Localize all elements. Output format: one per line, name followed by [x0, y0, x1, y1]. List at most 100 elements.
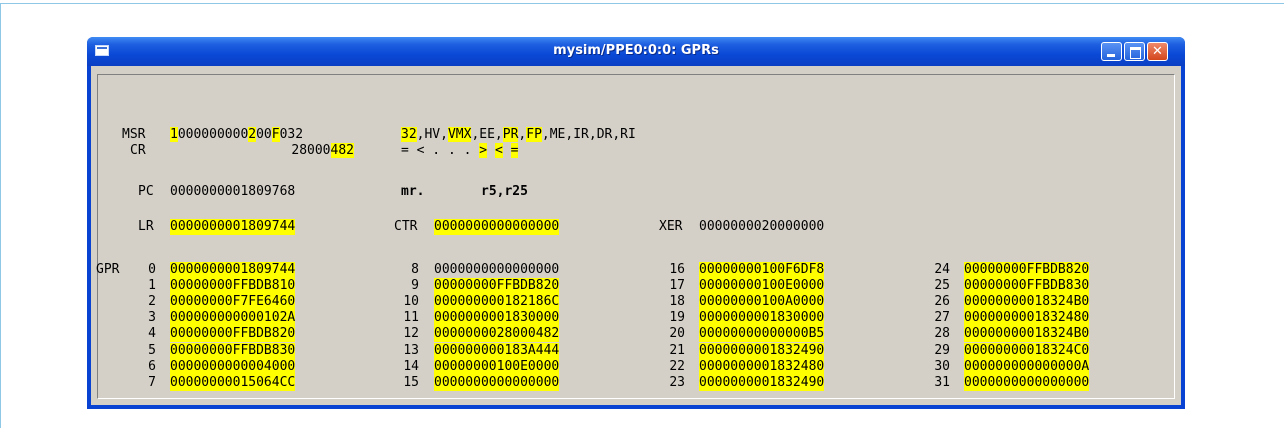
- gpr-number: 2: [148, 294, 156, 309]
- gpr-value: 0000000028000482: [434, 326, 560, 342]
- gpr-number: 23: [669, 375, 685, 390]
- gpr-value: 0000000001832480: [964, 310, 1090, 326]
- window-title: mysim/PPE0:0:0: GPRs: [553, 43, 719, 58]
- gpr-number: 10: [403, 294, 419, 309]
- text-segment: = < . . .: [401, 143, 480, 158]
- text-segment: FP: [526, 127, 542, 142]
- gpr-number: 26: [934, 294, 950, 309]
- gpr-number: 14: [403, 359, 419, 374]
- register-panel: MSR 1000000000200F032 32,HV,VMX,EE,PR,FP…: [96, 74, 1175, 399]
- page-border-left: [0, 3, 1, 428]
- gpr-value: 00000000FFBDB820: [434, 278, 560, 294]
- gpr-number: 20: [669, 326, 685, 341]
- gpr-number: 31: [934, 375, 950, 390]
- gpr-number: 15: [403, 375, 419, 390]
- gpr-value: 00000000FFBDB810: [170, 278, 296, 294]
- text-segment: 000000000: [177, 127, 249, 142]
- gpr-value: 00000000100F6DF8: [699, 262, 825, 278]
- close-icon: ✕: [1152, 44, 1163, 59]
- minimize-button[interactable]: [1101, 42, 1122, 61]
- gpr-number: 30: [934, 359, 950, 374]
- pc-mnemonic: mr.: [401, 184, 425, 199]
- gpr-number: 25: [934, 278, 950, 293]
- gpr-number: 24: [934, 262, 950, 277]
- gpr-value: 00000000018324B0: [964, 294, 1090, 310]
- text-segment: VMX: [447, 127, 472, 142]
- register-view: MSR 1000000000200F032 32,HV,VMX,EE,PR,FP…: [91, 66, 1181, 405]
- text-segment: 28000: [291, 143, 331, 158]
- gpr-value: 0000000001832490: [699, 375, 825, 391]
- gpr-value: 0000000000000000: [964, 375, 1090, 391]
- gpr-number: 11: [403, 310, 419, 325]
- xer-value: 0000000020000000: [699, 219, 825, 234]
- gpr-number: 1: [148, 278, 156, 293]
- gpr-number: 19: [669, 310, 685, 325]
- gpr-number: 27: [934, 310, 950, 325]
- gpr-value: 0000000001809744: [170, 262, 296, 278]
- text-segment: 1: [170, 127, 178, 142]
- text-segment: ,ME,IR,DR,RI: [541, 127, 636, 142]
- msr-label: MSR: [122, 127, 146, 142]
- text-segment: ,HV,: [416, 127, 448, 142]
- gpr-number: 0: [148, 262, 156, 277]
- gpr-value: 00000000FFBDB830: [964, 278, 1090, 294]
- text-segment: >: [479, 143, 488, 158]
- gpr-value: 00000000100E0000: [699, 278, 825, 294]
- ctr-value: 0000000000000000: [434, 219, 560, 235]
- gpr-number: 7: [148, 375, 156, 390]
- gpr-value: 00000000FFBDB830: [170, 343, 296, 359]
- gpr-number: 12: [403, 326, 419, 341]
- maximize-button[interactable]: [1124, 42, 1145, 61]
- gpr-value: 0000000000004000: [170, 359, 296, 375]
- cr-compare: = < . . . > < =: [401, 143, 519, 159]
- gpr-value: 0000000001832490: [699, 343, 825, 359]
- gpr-number: 29: [934, 343, 950, 358]
- ctr-label: CTR: [394, 219, 418, 234]
- gpr-number: 16: [669, 262, 685, 277]
- pc-value: 0000000001809768: [170, 184, 296, 199]
- gpr-value: 00000000100E0000: [434, 359, 560, 375]
- maximize-icon: [1130, 47, 1141, 59]
- text-segment: 00: [256, 127, 272, 142]
- gpr-number: 28: [934, 326, 950, 341]
- msr-flags: 32,HV,VMX,EE,PR,FP,ME,IR,DR,RI: [401, 127, 636, 143]
- gpr-value: 00000000100A0000: [699, 294, 825, 310]
- gpr-value: 00000000F7FE6460: [170, 294, 296, 310]
- gpr-number: 3: [148, 310, 156, 325]
- text-segment: [487, 143, 495, 158]
- text-segment: =: [510, 143, 519, 158]
- page-border-top: [0, 3, 1284, 4]
- gpr-value: 000000000000102A: [170, 310, 296, 326]
- text-segment: 482: [330, 143, 354, 158]
- gpr-value: 0000000001832480: [699, 359, 825, 375]
- gpr-number: 9: [411, 278, 419, 293]
- gpr-value: 000000000183A444: [434, 343, 560, 359]
- gpr-value: 00000000FFBDB820: [170, 326, 296, 342]
- text-segment: 2: [248, 127, 257, 142]
- pc-operands: r5,r25: [481, 184, 528, 199]
- cr-value: 28000482: [268, 143, 354, 159]
- gpr-number: 6: [148, 359, 156, 374]
- gpr-value: 0000000001830000: [434, 310, 560, 326]
- close-button[interactable]: ✕: [1147, 42, 1168, 61]
- gpr-value: 00000000018324B0: [964, 326, 1090, 342]
- pc-label: PC: [138, 184, 154, 199]
- title-bar[interactable]: mysim/PPE0:0:0: GPRs ✕: [87, 37, 1185, 66]
- gpr-value: 0000000000000000: [434, 375, 560, 391]
- text-segment: 32: [401, 127, 417, 142]
- msr-value: 1000000000200F032: [170, 127, 303, 143]
- gpr-value: 00000000018324C0: [964, 343, 1090, 359]
- text-segment: PR: [502, 127, 519, 142]
- text-segment: ,EE,: [471, 127, 503, 142]
- cr-label: CR: [130, 143, 146, 158]
- gpr-value: 0000000000000000: [434, 262, 560, 277]
- gpr-value: 00000000000000B5: [699, 326, 825, 342]
- gpr-value: 0000000001830000: [699, 310, 825, 326]
- gpr-number: 22: [669, 359, 685, 374]
- gpr-value: 000000000000000A: [964, 359, 1090, 375]
- gpr-number: 21: [669, 343, 685, 358]
- gpr-number: 5: [148, 343, 156, 358]
- gpr-value: 00000000015064CC: [170, 375, 296, 391]
- gpr-number: 18: [669, 294, 685, 309]
- gpr-number: 8: [411, 262, 419, 277]
